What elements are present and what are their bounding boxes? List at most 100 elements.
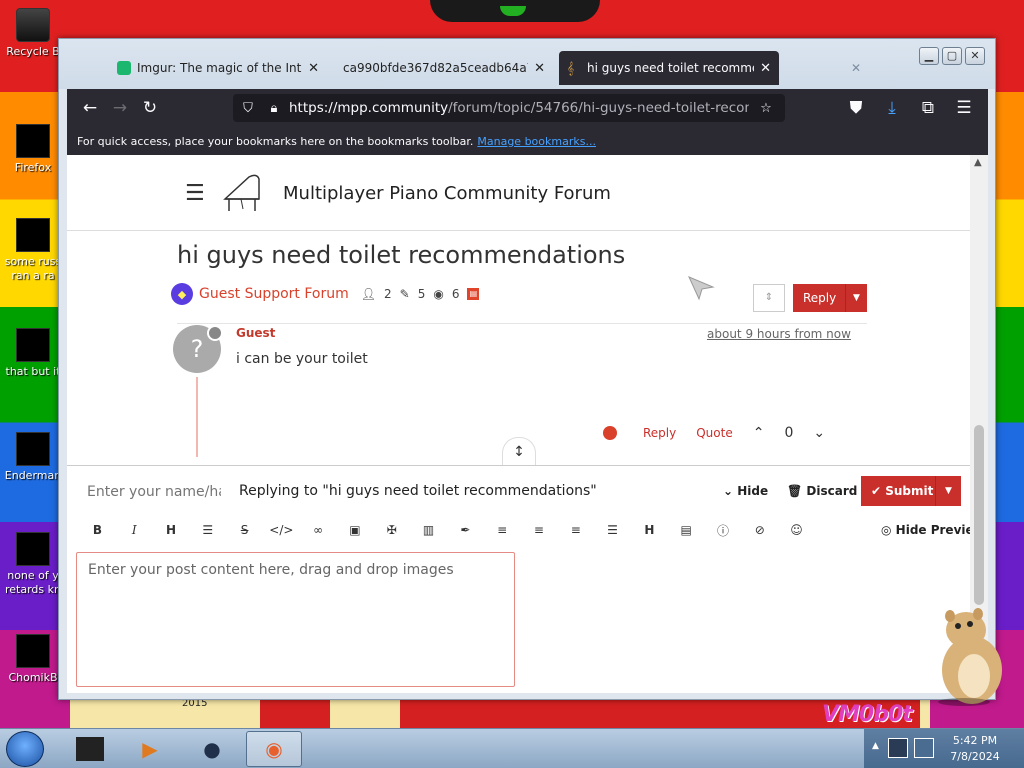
network-icon[interactable] bbox=[888, 738, 908, 758]
align-center-icon[interactable]: ≡ bbox=[521, 523, 558, 537]
show-hidden-icons[interactable]: ▲ bbox=[872, 741, 879, 751]
tab-forum-topic[interactable]: 𝄞 hi guys need toilet recommend ✕ bbox=[559, 51, 779, 85]
category-link[interactable]: Guest Support Forum bbox=[199, 286, 349, 302]
firefox-icon bbox=[16, 124, 50, 158]
desktop-icon-label: that but it bbox=[5, 365, 61, 378]
hidden-text-icon[interactable]: ⊘ bbox=[741, 523, 778, 537]
scroll-up-icon[interactable]: ▲ bbox=[974, 157, 982, 168]
desktop-icon-file-2[interactable]: that but it bbox=[2, 328, 64, 379]
new-tab-button[interactable]: ✕ bbox=[843, 51, 867, 85]
name-field[interactable] bbox=[79, 478, 221, 506]
clock[interactable]: 5:42 PM 7/8/2024 bbox=[940, 733, 1010, 765]
desktop-icon-enderman[interactable]: Enderman bbox=[2, 432, 64, 483]
emoji-icon[interactable]: ☺ bbox=[778, 523, 815, 537]
list-icon[interactable]: ☰ bbox=[189, 523, 226, 537]
bookmark-star-icon[interactable]: ☆ bbox=[755, 97, 777, 119]
lock-icon[interactable]: 🔒︎ bbox=[263, 97, 285, 119]
desktop-icon-recycle-bin[interactable]: Recycle B bbox=[2, 8, 64, 59]
chevron-down-icon[interactable]: ▼ bbox=[935, 476, 961, 506]
shield-icon[interactable]: ⛉ bbox=[237, 97, 259, 119]
file-icon bbox=[16, 218, 50, 252]
menu-icon[interactable]: ☰ bbox=[949, 93, 979, 123]
tab-title: Imgur: The magic of the Interne bbox=[137, 61, 302, 75]
imgur-icon bbox=[117, 61, 131, 75]
maximize-button[interactable]: ▢ bbox=[942, 47, 962, 65]
recycle-bin-icon bbox=[16, 8, 50, 42]
reaction-icon[interactable] bbox=[603, 426, 617, 440]
zen-mode-icon[interactable]: ✠ bbox=[373, 523, 410, 537]
views-icon: ◉ bbox=[433, 287, 444, 301]
info-icon[interactable]: ⓘ bbox=[705, 522, 742, 539]
chart-icon[interactable]: ▥ bbox=[410, 523, 447, 537]
discard-button[interactable]: 🗑︎ Discard bbox=[787, 484, 857, 498]
desktop-icon-file-1[interactable]: some russ ran a ra bbox=[2, 218, 64, 283]
tab-imgur[interactable]: Imgur: The magic of the Interne ✕ bbox=[109, 51, 327, 85]
reply-composer: Replying to "hi guys need toilet recomme… bbox=[67, 465, 970, 693]
code-icon[interactable]: </> bbox=[263, 523, 300, 537]
post-reply-link[interactable]: Reply bbox=[643, 426, 676, 440]
reload-icon[interactable]: ↻ bbox=[135, 93, 165, 123]
file-upload-icon[interactable]: ▤ bbox=[668, 523, 705, 537]
desktop-icon-file-3[interactable]: none of y retards kn bbox=[2, 532, 64, 597]
italic-icon[interactable]: I bbox=[116, 523, 153, 537]
browser-window: Imgur: The magic of the Interne ✕ ca990b… bbox=[58, 38, 996, 700]
submit-button[interactable]: ✔ Submit ▼ bbox=[861, 476, 961, 506]
piano-logo-icon[interactable] bbox=[219, 169, 265, 215]
forum-title[interactable]: Multiplayer Piano Community Forum bbox=[283, 183, 611, 204]
heading-icon[interactable]: H bbox=[153, 523, 190, 537]
window-close-button[interactable]: ✕ bbox=[965, 47, 985, 65]
tab-title: hi guys need toilet recommend bbox=[587, 61, 754, 75]
composer-resize-handle[interactable]: ↕ bbox=[502, 437, 536, 467]
close-icon[interactable]: ✕ bbox=[760, 61, 771, 76]
hide-composer-button[interactable]: ⌄ Hide bbox=[723, 484, 768, 498]
post-quote-link[interactable]: Quote bbox=[696, 426, 732, 440]
close-icon[interactable]: ✕ bbox=[308, 61, 319, 76]
address-bar[interactable]: ⛉ 🔒︎ https://mpp.community/forum/topic/5… bbox=[233, 94, 785, 122]
volume-icon[interactable] bbox=[914, 738, 934, 758]
topic-reply-button[interactable]: Reply ▼ bbox=[793, 284, 867, 312]
taskbar-app-firefox[interactable]: ◉ bbox=[246, 731, 302, 767]
start-button[interactable] bbox=[6, 731, 44, 767]
post-editor[interactable] bbox=[76, 552, 515, 687]
heading-2-icon[interactable]: H bbox=[631, 523, 668, 537]
posts-count: 5 bbox=[417, 287, 426, 301]
close-icon[interactable]: ✕ bbox=[534, 61, 545, 76]
pocket-icon[interactable]: ⛊ bbox=[841, 93, 871, 123]
taskbar-app-globe[interactable]: ● bbox=[184, 731, 240, 767]
posters-count: 2 bbox=[383, 287, 392, 301]
image-icon[interactable]: ▣ bbox=[337, 523, 374, 537]
post-timestamp[interactable]: about 9 hours from now bbox=[707, 327, 851, 341]
sort-button[interactable]: ⇕ bbox=[753, 284, 785, 312]
scrollbar-thumb[interactable] bbox=[974, 425, 984, 605]
taskbar-app-terminal[interactable] bbox=[62, 731, 118, 767]
hide-preview-button[interactable]: ◎ Hide Preview bbox=[881, 523, 970, 537]
taskbar-app-media-player[interactable]: ▶ bbox=[122, 731, 178, 767]
desktop-art-top bbox=[430, 0, 600, 22]
desktop-icon-chomik[interactable]: ChomikB bbox=[2, 634, 64, 685]
downvote-icon[interactable]: ⌄ bbox=[813, 425, 825, 441]
extensions-icon[interactable]: ⧉ bbox=[913, 93, 943, 123]
align-left-icon[interactable]: ≡ bbox=[484, 523, 521, 537]
minimize-button[interactable]: ▁ bbox=[919, 47, 939, 65]
bold-icon[interactable]: B bbox=[79, 523, 116, 537]
rss-icon[interactable]: ▤ bbox=[467, 288, 480, 300]
category-icon[interactable]: ◆ bbox=[171, 283, 193, 305]
hamburger-menu-icon[interactable]: ☰ bbox=[185, 181, 205, 206]
link-icon[interactable]: ∞ bbox=[300, 523, 337, 537]
strikethrough-icon[interactable]: S bbox=[226, 523, 263, 537]
forward-arrow-icon[interactable]: → bbox=[105, 93, 135, 123]
download-icon[interactable]: ⤓ bbox=[877, 93, 907, 123]
justify-icon[interactable]: ☰ bbox=[594, 523, 631, 537]
clock-date: 7/8/2024 bbox=[950, 750, 1000, 763]
manage-bookmarks-link[interactable]: Manage bookmarks... bbox=[477, 135, 596, 148]
align-right-icon[interactable]: ≡ bbox=[557, 523, 594, 537]
post-author[interactable]: Guest bbox=[236, 326, 275, 340]
piano-favicon-icon: 𝄞 bbox=[567, 61, 575, 75]
topic-title: hi guys need toilet recommendations bbox=[177, 241, 626, 269]
upvote-icon[interactable]: ⌃ bbox=[753, 425, 765, 441]
color-picker-icon[interactable]: ✒ bbox=[447, 523, 484, 537]
back-arrow-icon[interactable]: ← bbox=[75, 93, 105, 123]
tab-image[interactable]: ca990bfde367d82a5ceadb64a78db7 ✕ bbox=[335, 51, 553, 85]
desktop-icon-firefox[interactable]: Firefox bbox=[2, 124, 64, 175]
chevron-down-icon[interactable]: ▼ bbox=[845, 284, 867, 312]
